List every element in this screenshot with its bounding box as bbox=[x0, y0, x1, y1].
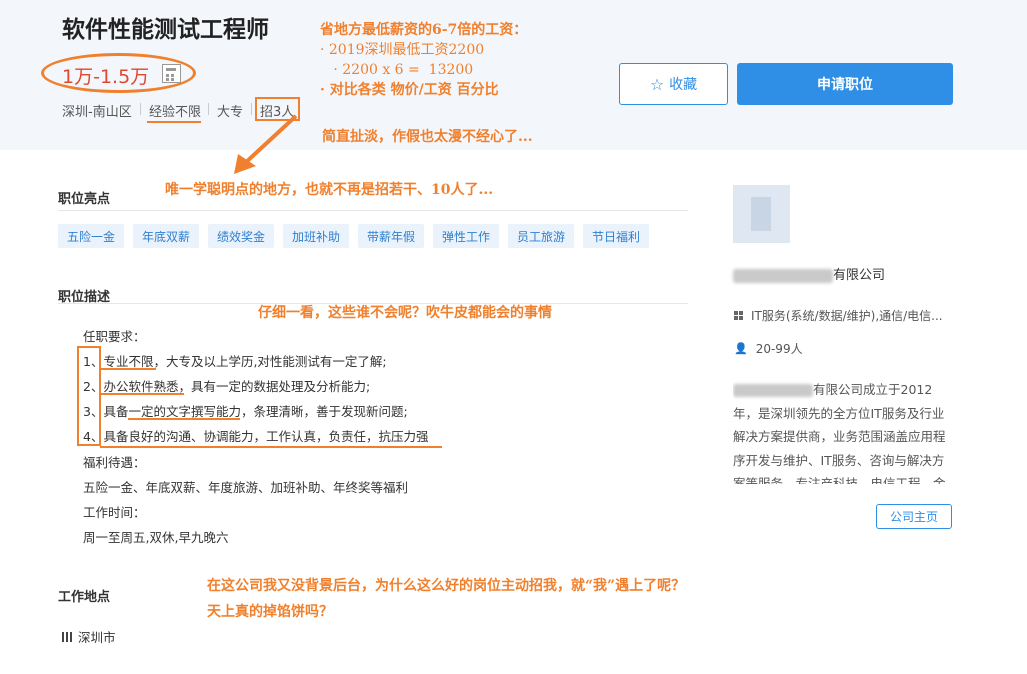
location-heading: 工作地点 bbox=[58, 590, 111, 605]
favorite-button[interactable]: ☆ 收藏 bbox=[619, 63, 728, 105]
requirements-annotation: 仔细一看，这些谁不会呢？吹牛皮都能会的事情 bbox=[258, 305, 552, 321]
desc-line: 周一至周五,双休,早九晚六 bbox=[83, 530, 229, 545]
redacted-text bbox=[733, 268, 833, 283]
apply-button[interactable]: 申请职位 bbox=[737, 63, 953, 105]
experience-underline bbox=[147, 121, 201, 123]
requirement-underline bbox=[128, 418, 240, 420]
desc-line: 五险一金、年底双薪、年度旅游、加班补助、年终奖等福利 bbox=[83, 480, 409, 495]
company-size: 👤 20-99人 bbox=[734, 340, 803, 357]
annotation-line: 省地方最低薪资的6-7倍的工资： bbox=[320, 22, 528, 38]
highlight-tag: 五险一金 bbox=[58, 224, 124, 248]
highlight-tag: 节日福利 bbox=[583, 224, 649, 248]
highlight-tag: 绩效奖金 bbox=[208, 224, 274, 248]
closing-annotation: 在这公司我又没背景后台，为什么这么好的岗位主动招我，就“我”遇上了呢？ 天上真的… bbox=[207, 573, 685, 625]
headcount-annotation: 唯一学聪明点的地方，也就不再是招若干、10人了... bbox=[165, 182, 494, 198]
company-about: 有限公司成立于2012年，是深圳领先的全方位IT服务及行业解决方案提供商，业务范… bbox=[733, 378, 955, 484]
desc-line: 4、具备良好的沟通、协调能力，工作认真，负责任，抗压力强 bbox=[83, 429, 429, 444]
annotation-line: 在这公司我又没背景后台，为什么这么好的岗位主动招我，就“我”遇上了呢？ bbox=[207, 578, 686, 594]
person-icon: 👤 bbox=[734, 342, 748, 355]
salary-annotation: 省地方最低薪资的6-7倍的工资： · 2019深圳最低工资2200 · 2200… bbox=[320, 20, 527, 100]
annotation-line: · 对比各类 物价/工资 百分比 bbox=[320, 82, 499, 98]
company-name: 有限公司 bbox=[733, 264, 885, 283]
divider bbox=[208, 103, 209, 115]
job-title: 软件性能测试工程师 bbox=[62, 17, 269, 43]
job-experience: 经验不限 bbox=[149, 105, 202, 120]
size-label: 20-99人 bbox=[755, 342, 803, 356]
annotation-line: · 2200 x 6 = 13200 bbox=[320, 62, 474, 78]
fake-annotation: 简直扯淡，作假也太漫不经心了... bbox=[322, 129, 533, 145]
requirement-underline bbox=[100, 393, 184, 395]
star-icon: ☆ bbox=[649, 74, 665, 94]
building-icon bbox=[62, 631, 72, 642]
company-about-text: 有限公司成立于2012年，是深圳领先的全方位IT服务及行业解决方案提供商，业务范… bbox=[733, 382, 946, 484]
divider bbox=[140, 103, 141, 115]
numbering-box bbox=[77, 346, 101, 446]
arrow-annotation bbox=[234, 114, 298, 174]
desc-line: 任职要求： bbox=[83, 329, 146, 344]
salary-circle bbox=[41, 53, 196, 93]
city-label: 深圳市 bbox=[78, 630, 116, 645]
requirement-underline bbox=[100, 446, 442, 448]
desc-line: 工作时间： bbox=[83, 505, 146, 520]
company-industry: IT服务(系统/数据/维护),通信/电信... bbox=[734, 307, 943, 324]
highlight-tag: 年底双薪 bbox=[133, 224, 199, 248]
location-city: 深圳市 bbox=[62, 627, 116, 646]
highlight-tag: 带薪年假 bbox=[358, 224, 424, 248]
highlight-tag: 弹性工作 bbox=[433, 224, 499, 248]
highlights-heading: 职位亮点 bbox=[58, 192, 111, 207]
company-name-suffix: 有限公司 bbox=[833, 268, 886, 283]
favorite-label: 收藏 bbox=[669, 77, 698, 93]
annotation-line: · 2019深圳最低工资2200 bbox=[320, 42, 485, 58]
divider bbox=[58, 210, 688, 211]
redacted-text bbox=[733, 384, 813, 397]
company-home-button[interactable]: 公司主页 bbox=[876, 504, 952, 529]
industry-label: IT服务(系统/数据/维护),通信/电信... bbox=[751, 309, 943, 323]
desc-line: 福利待遇： bbox=[83, 455, 146, 470]
grid-icon bbox=[734, 311, 743, 320]
highlight-tag: 员工旅游 bbox=[508, 224, 574, 248]
company-logo bbox=[733, 185, 790, 243]
job-location: 深圳-南山区 bbox=[62, 105, 132, 120]
requirement-underline bbox=[100, 368, 156, 370]
highlight-tag: 加班补助 bbox=[283, 224, 349, 248]
annotation-line: 天上真的掉馅饼吗？ bbox=[207, 604, 333, 620]
